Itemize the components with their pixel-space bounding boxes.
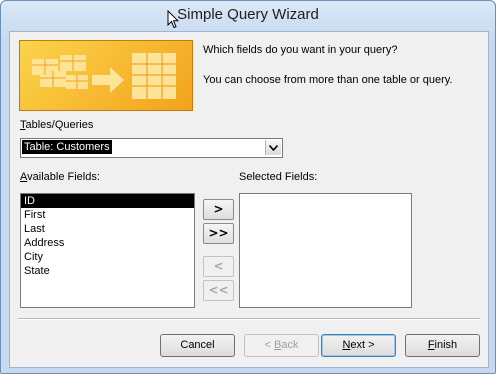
- next-button[interactable]: Next >: [321, 334, 396, 357]
- remove-all-fields-button[interactable]: <<: [203, 280, 234, 301]
- finish-button[interactable]: Finish: [405, 334, 480, 357]
- available-fields-label: Available Fields:: [20, 171, 100, 183]
- selected-fields-label: Selected Fields:: [239, 171, 318, 183]
- list-item-address[interactable]: Address: [21, 236, 194, 250]
- list-item-state[interactable]: State: [21, 264, 194, 278]
- window-title: Simple Query Wizard: [177, 6, 319, 23]
- list-item-last[interactable]: Last: [21, 222, 194, 236]
- chevron-down-icon: [269, 144, 278, 151]
- available-fields-list[interactable]: ID First Last Address City State: [20, 193, 195, 308]
- cancel-button[interactable]: Cancel: [160, 334, 235, 357]
- wizard-body: Which fields do you want in your query? …: [9, 31, 489, 368]
- selected-fields-list[interactable]: [239, 193, 412, 308]
- list-item-id[interactable]: ID: [21, 194, 194, 208]
- instruction-question: Which fields do you want in your query?: [203, 44, 398, 56]
- divider: [18, 318, 480, 320]
- tables-queries-combobox[interactable]: Table: Customers: [20, 138, 283, 158]
- wizard-window: Simple Query Wizard Which fields do you …: [0, 0, 496, 374]
- tables-queries-selected-value: Table: Customers: [22, 140, 112, 154]
- dropdown-button[interactable]: [265, 140, 281, 155]
- title-bar[interactable]: Simple Query Wizard: [1, 1, 495, 31]
- add-field-button[interactable]: >: [203, 199, 234, 220]
- instruction-hint: You can choose from more than one table …: [203, 74, 453, 86]
- list-item-first[interactable]: First: [21, 208, 194, 222]
- list-item-city[interactable]: City: [21, 250, 194, 264]
- remove-field-button[interactable]: <: [203, 256, 234, 277]
- tables-queries-label: Tables/Queries: [20, 119, 94, 131]
- add-all-fields-button[interactable]: >>: [203, 223, 234, 244]
- back-button[interactable]: < Back: [244, 334, 319, 357]
- wizard-banner-illustration: [19, 40, 193, 111]
- mouse-pointer-icon: [167, 10, 179, 29]
